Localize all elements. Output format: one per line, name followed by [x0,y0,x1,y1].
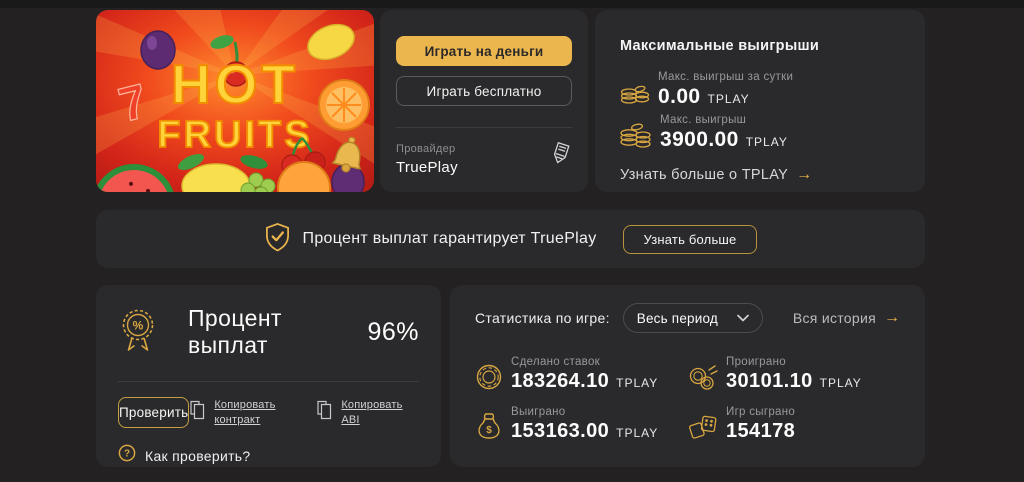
top-strip [0,0,1024,8]
stat-bets-made: Сделано ставок 183264.10 TPLAY [475,356,688,393]
max-win-daily-label: Макс. выигрыш за сутки [658,71,793,83]
period-selected-value: Весь период [637,311,718,326]
max-wins-panel: Максимальные выигрыши Макс. выигрыш за с… [595,10,925,192]
max-win-alltime-row: Макс. выигрыш 3900.00 TPLAY [620,114,900,152]
dice-games-icon [688,413,718,441]
max-wins-title: Максимальные выигрыши [620,38,900,54]
play-panel: Играть на деньги Играть бесплатно Провай… [380,10,588,192]
chips-lost-icon [688,363,718,391]
copy-icon [316,400,333,425]
stat-label: Выиграно [511,406,658,418]
stat-label: Сделано ставок [511,356,658,368]
coins-stack-big-icon [620,121,652,149]
divider [118,381,419,382]
stat-games-played: Игр сыграно 154178 [688,406,900,443]
trueplay-logo-icon [548,141,572,178]
game-stats-panel: Статистика по игре: Весь период Вся исто… [450,285,925,467]
plum-icon [141,31,175,69]
game-artwork-banner: 7 HOT FRUITS [96,10,374,192]
hot-fruits-artwork: 7 HOT FRUITS [96,10,374,192]
provider-row: Провайдер TruePlay [396,141,572,178]
svg-text:?: ? [124,449,130,460]
learn-more-tplay-label: Узнать больше о TPLAY [620,167,788,183]
period-dropdown[interactable]: Весь период [623,303,763,333]
full-history-link[interactable]: Вся история → [793,310,900,326]
currency-label: TPLAY [820,376,862,390]
chevron-down-icon [737,309,749,327]
provider-label: Провайдер [396,143,458,155]
svg-text:$: $ [486,425,492,436]
play-for-free-button[interactable]: Играть бесплатно [396,76,572,106]
money-bag-icon: $ [475,411,503,441]
play-for-money-button[interactable]: Играть на деньги [396,36,572,66]
how-to-check-label: Как проверить? [145,448,250,464]
stat-value: 183264.10 [511,370,609,393]
payout-title: Процент выплат [188,305,367,359]
provider-name: TruePlay [396,159,458,176]
orange-slice-icon [319,80,369,130]
copy-abi-link[interactable]: Копировать ABI [316,398,421,428]
how-to-check-link[interactable]: ? Как проверить? [118,444,419,467]
percent-medal-icon: % [118,307,158,358]
stat-value: 153163.00 [511,420,609,443]
stats-title: Статистика по игре: [475,310,610,326]
max-win-daily-value: 0.00 [658,85,700,109]
game-title-line2: FRUITS [157,114,312,156]
payout-panel: % Процент выплат 96% Проверить Копироват… [96,285,441,467]
game-page: 7 HOT FRUITS [0,0,1024,482]
arrow-right-icon: → [884,310,900,326]
copy-contract-link[interactable]: Копировать контракт [189,398,294,428]
game-title-line1: HOT [171,53,299,115]
divider [396,127,572,128]
stat-won: $ Выиграно 153163.00 TPLAY [475,406,688,443]
shield-check-icon [264,222,291,257]
coins-stack-icon [620,82,650,106]
copy-contract-label: Копировать контракт [214,398,294,428]
payout-percent-value: 96% [367,318,419,347]
currency-label: TPLAY [616,426,658,440]
copy-icon [189,400,206,425]
learn-more-tplay-link[interactable]: Узнать больше о TPLAY → [620,167,812,183]
full-history-label: Вся история [793,310,876,326]
casino-chip-icon [475,363,503,391]
svg-text:%: % [133,318,144,332]
guarantee-text: Процент выплат гарантирует TruePlay [303,230,597,248]
stat-value: 30101.10 [726,370,813,393]
max-win-alltime-value: 3900.00 [660,128,739,152]
question-circle-icon: ? [118,444,136,467]
verify-button[interactable]: Проверить [118,397,189,428]
currency-label: TPLAY [746,135,788,149]
stat-label: Проиграно [726,356,862,368]
stat-value: 154178 [726,420,795,443]
max-win-alltime-label: Макс. выигрыш [660,114,788,126]
stat-label: Игр сыграно [726,406,802,418]
copy-abi-label: Копировать ABI [341,398,421,428]
currency-label: TPLAY [616,376,658,390]
guarantee-learn-more-button[interactable]: Узнать больше [623,225,758,254]
stat-lost: Проиграно 30101.10 TPLAY [688,356,900,393]
arrow-right-icon: → [796,167,812,183]
currency-label: TPLAY [707,92,749,106]
guarantee-banner: Процент выплат гарантирует TruePlay Узна… [96,210,925,268]
max-win-daily-row: Макс. выигрыш за сутки 0.00 TPLAY [620,71,900,109]
